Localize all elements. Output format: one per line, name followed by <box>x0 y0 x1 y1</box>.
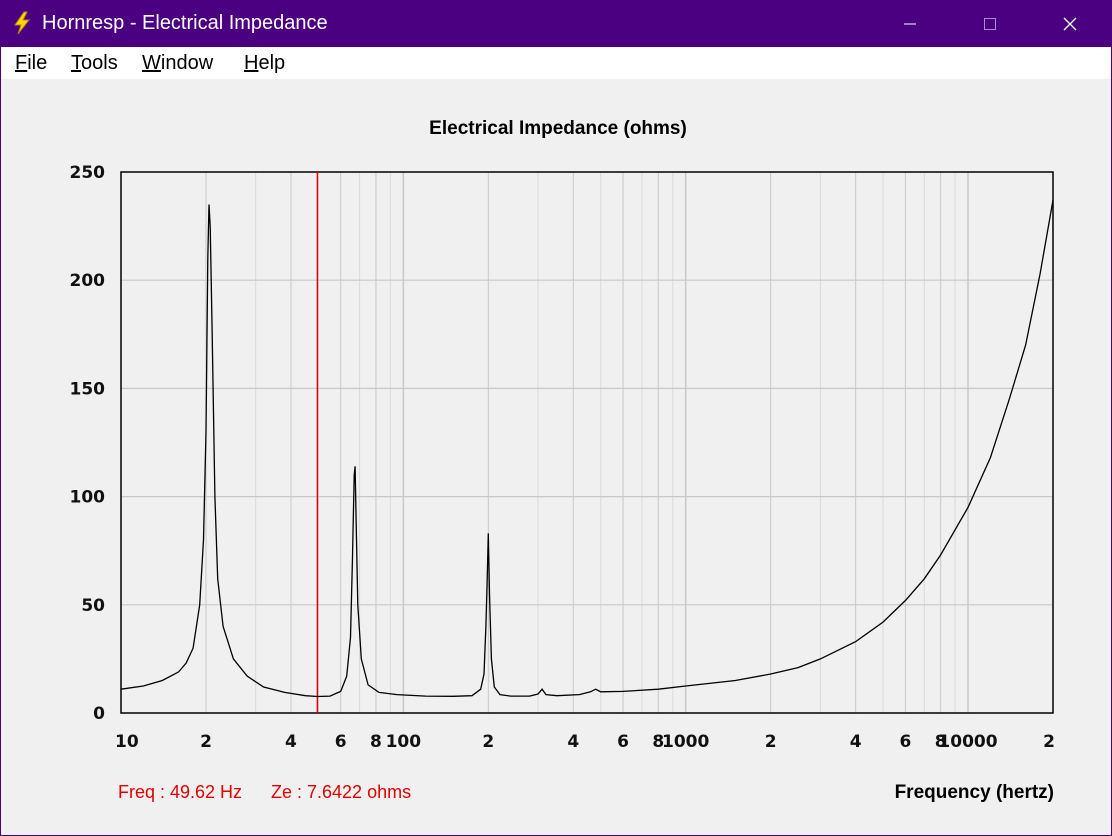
x-tick-label: 100 <box>386 732 422 752</box>
menu-help[interactable]: Help <box>244 52 285 75</box>
menu-window[interactable]: Window <box>142 52 213 75</box>
menu-help-label: elp <box>258 52 286 74</box>
menu-tools[interactable]: Tools <box>71 52 118 75</box>
chart-grid <box>121 172 1053 713</box>
x-tick-label: 4 <box>850 732 862 752</box>
x-axis-ticks: 10 2 4 6 8 100 2 4 6 81000 2 4 6 810000 2 <box>115 732 1055 752</box>
app-window: Hornresp - Electrical Impedance File Too… <box>0 0 1112 836</box>
minimize-button[interactable] <box>870 1 950 47</box>
x-tick-label: 4 <box>567 732 579 752</box>
close-button[interactable] <box>1030 1 1110 47</box>
status-freq: Freq : 49.62 Hz <box>118 782 242 802</box>
menu-bar: File Tools Window Help <box>1 47 1111 79</box>
x-tick-label: 6 <box>335 732 347 752</box>
y-tick-label: 100 <box>70 488 106 508</box>
close-icon <box>1063 17 1077 31</box>
maximize-icon <box>984 18 996 30</box>
x-tick-label: 2 <box>1043 732 1055 752</box>
x-tick-label: 2 <box>200 732 212 752</box>
x-tick-label: 8 <box>370 732 382 752</box>
x-tick-label: 10 <box>115 732 139 752</box>
y-tick-label: 250 <box>70 163 106 183</box>
impedance-series-line <box>120 199 1054 698</box>
lightning-icon <box>14 11 31 35</box>
menu-window-label: indow <box>160 52 214 74</box>
menu-window-accelerator: W <box>142 52 161 74</box>
menu-help-accelerator: H <box>244 52 259 74</box>
minimize-icon <box>904 23 916 25</box>
status-ze: Ze : 7.6422 ohms <box>271 782 411 802</box>
impedance-chart[interactable]: Electrical Impedance (ohms) 0 50 100 150 200… <box>1 79 1111 835</box>
menu-file-label: ile <box>27 52 48 74</box>
x-axis-label: Frequency (hertz) <box>895 782 1054 803</box>
x-tick-label: 2 <box>765 732 777 752</box>
menu-tools-label: ools <box>81 52 118 74</box>
y-axis-ticks: 0 50 100 150 200 250 <box>70 163 106 724</box>
window-title: Hornresp - Electrical Impedance <box>42 12 328 34</box>
plot-frame <box>120 171 1054 714</box>
menu-file-accelerator: F <box>15 52 28 74</box>
x-tick-label: 10000 <box>938 732 997 752</box>
chart-title: Electrical Impedance (ohms) <box>429 118 687 139</box>
title-bar[interactable]: Hornresp - Electrical Impedance <box>1 1 1111 47</box>
x-tick-label: 6 <box>899 732 911 752</box>
x-tick-label: 2 <box>482 732 494 752</box>
y-tick-label: 150 <box>70 379 106 399</box>
x-tick-label: 4 <box>285 732 297 752</box>
y-tick-label: 50 <box>81 596 105 616</box>
maximize-button[interactable] <box>950 1 1030 47</box>
y-tick-label: 200 <box>70 271 106 291</box>
chart-area[interactable]: Electrical Impedance (ohms) 0 50 100 150 200… <box>1 79 1111 835</box>
y-tick-label: 0 <box>93 704 105 724</box>
x-tick-label: 6 <box>617 732 629 752</box>
menu-tools-accelerator: T <box>71 52 81 74</box>
menu-file[interactable]: File <box>15 52 47 75</box>
x-tick-label: 1000 <box>662 732 709 752</box>
